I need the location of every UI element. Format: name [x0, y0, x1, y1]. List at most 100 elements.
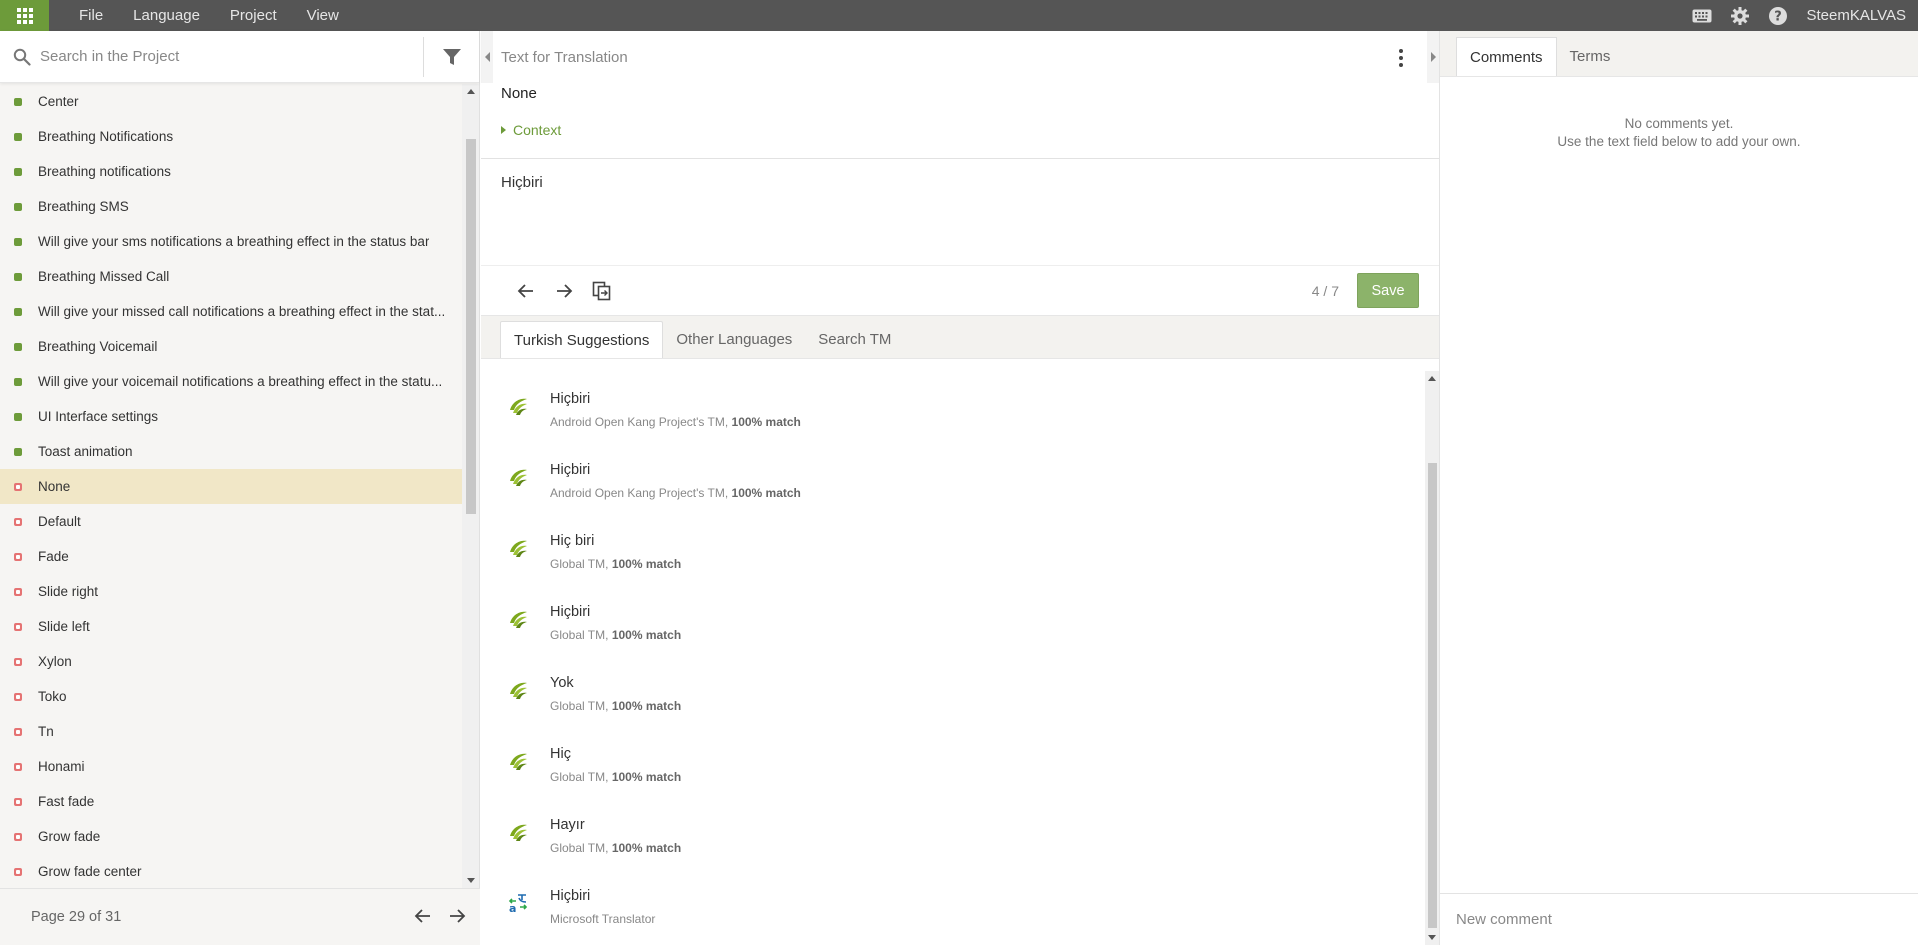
list-item[interactable]: Breathing Voicemail: [0, 329, 463, 364]
list-item[interactable]: Will give your sms notifications a breat…: [0, 224, 463, 259]
comments-panel: Comments Terms No comments yet. Use the …: [1439, 31, 1918, 945]
scroll-down-icon[interactable]: [1428, 935, 1436, 940]
save-button[interactable]: Save: [1357, 273, 1419, 308]
menu-language[interactable]: Language: [118, 7, 215, 24]
list-item[interactable]: Breathing Missed Call: [0, 259, 463, 294]
filter-button[interactable]: [423, 36, 479, 77]
translated-status-icon: [14, 167, 22, 176]
copy-icon: [592, 281, 611, 300]
gear-icon[interactable]: [1721, 0, 1759, 31]
translator-icon: a: [508, 893, 528, 914]
tm-icon: [510, 824, 527, 841]
new-comment-input[interactable]: [1456, 911, 1896, 928]
suggestion-meta: Global TM, 100% match: [550, 557, 682, 571]
scroll-down-icon[interactable]: [467, 878, 475, 883]
tab-turkish-suggestions[interactable]: Turkish Suggestions: [500, 321, 664, 358]
untranslated-status-icon: [14, 727, 22, 736]
tm-icon: [510, 540, 527, 557]
list-item-selected[interactable]: None: [0, 469, 463, 504]
top-bar: File Language Project View ? SteemKALVAS: [0, 0, 1918, 31]
apps-grid-icon: [16, 7, 33, 24]
list-item[interactable]: Toast animation: [0, 434, 463, 469]
list-item[interactable]: Fade: [0, 539, 463, 574]
string-list-scrollbar[interactable]: [462, 84, 479, 888]
list-item[interactable]: Default: [0, 504, 463, 539]
project-search-input[interactable]: [40, 48, 420, 65]
copy-source-button[interactable]: [583, 272, 621, 310]
menu-view[interactable]: View: [292, 7, 354, 24]
scrollbar-thumb[interactable]: [1428, 463, 1437, 928]
arrow-right-icon: [557, 283, 573, 298]
scroll-up-icon[interactable]: [467, 89, 475, 94]
list-item[interactable]: Breathing SMS: [0, 189, 463, 224]
list-item[interactable]: Will give your voicemail notifications a…: [0, 364, 463, 399]
tab-search-tm[interactable]: Search TM: [805, 321, 904, 358]
tab-terms[interactable]: Terms: [1557, 37, 1624, 76]
next-page-icon[interactable]: [448, 908, 466, 927]
list-item[interactable]: Slide left: [0, 609, 463, 644]
suggestion-item[interactable]: Yok Global TM, 100% match: [481, 655, 1421, 726]
translated-status-icon: [14, 97, 22, 106]
suggestions-scrollbar[interactable]: [1425, 371, 1439, 945]
svg-text:?: ?: [1774, 9, 1782, 24]
user-name[interactable]: SteemKALVAS: [1807, 7, 1907, 24]
scroll-up-icon[interactable]: [1428, 376, 1436, 381]
chevron-left-icon: [484, 52, 490, 62]
translated-status-icon: [14, 342, 22, 351]
untranslated-status-icon: [14, 762, 22, 771]
suggestion-item[interactable]: a Hiçbiri Microsoft Translator: [481, 868, 1421, 939]
next-string-button[interactable]: [545, 272, 583, 310]
suggestion-item[interactable]: Hiç Global TM, 100% match: [481, 726, 1421, 797]
collapse-left-panel-button[interactable]: [481, 31, 493, 83]
scrollbar-thumb[interactable]: [466, 139, 476, 514]
more-options-icon[interactable]: [1399, 49, 1403, 67]
suggestions-list: Hiçbiri Android Open Kang Project's TM, …: [481, 371, 1421, 945]
list-item[interactable]: Center: [0, 84, 463, 119]
list-item[interactable]: Tn: [0, 714, 463, 749]
translated-status-icon: [14, 307, 22, 316]
editor-toolbar: 4 / 7 Save: [481, 265, 1439, 315]
previous-string-button[interactable]: [507, 272, 545, 310]
menu-file[interactable]: File: [64, 7, 118, 24]
list-item[interactable]: Grow fade: [0, 819, 463, 854]
keyboard-icon[interactable]: [1683, 0, 1721, 31]
list-item[interactable]: Breathing Notifications: [0, 119, 463, 154]
main-menu: File Language Project View: [64, 7, 354, 24]
tm-icon: [510, 682, 527, 699]
collapse-right-panel-button[interactable]: [1427, 31, 1439, 83]
suggestion-item[interactable]: Hiç biri Global TM, 100% match: [481, 513, 1421, 584]
caret-right-icon: [501, 126, 506, 134]
list-item[interactable]: Will give your missed call notifications…: [0, 294, 463, 329]
list-item[interactable]: Breathing notifications: [0, 154, 463, 189]
prev-page-icon[interactable]: [414, 908, 432, 927]
project-search-bar: [0, 31, 479, 83]
source-header: Text for Translation: [501, 49, 628, 66]
list-item[interactable]: Fast fade: [0, 784, 463, 819]
tab-other-languages[interactable]: Other Languages: [663, 321, 805, 358]
tm-icon: [510, 469, 527, 486]
suggestion-item[interactable]: Hayır Global TM, 100% match: [481, 797, 1421, 868]
list-item[interactable]: UI Interface settings: [0, 399, 463, 434]
help-icon[interactable]: ?: [1759, 0, 1797, 31]
untranslated-status-icon: [14, 657, 22, 666]
context-toggle[interactable]: Context: [501, 122, 561, 138]
chevron-right-icon: [1430, 52, 1436, 62]
untranslated-status-icon: [14, 867, 22, 876]
menu-project[interactable]: Project: [215, 7, 292, 24]
suggestion-item[interactable]: Hiçbiri Android Open Kang Project's TM, …: [481, 371, 1421, 442]
list-item[interactable]: Grow fade center: [0, 854, 463, 888]
tm-icon: [510, 753, 527, 770]
list-item[interactable]: Slide right: [0, 574, 463, 609]
list-item[interactable]: Honami: [0, 749, 463, 784]
suggestion-meta: Global TM, 100% match: [550, 628, 682, 642]
tab-comments[interactable]: Comments: [1456, 37, 1557, 76]
apps-menu-button[interactable]: [0, 0, 49, 31]
suggestion-item[interactable]: Hiçbiri Global TM, 100% match: [481, 584, 1421, 655]
list-item[interactable]: Xylon: [0, 644, 463, 679]
translation-input[interactable]: Hiçbiri: [501, 174, 543, 191]
list-item[interactable]: Toko: [0, 679, 463, 714]
page-indicator: Page 29 of 31: [31, 909, 122, 925]
search-icon: [4, 48, 40, 66]
suggestion-text: Hiçbiri: [550, 391, 591, 407]
suggestion-item[interactable]: Hiçbiri Android Open Kang Project's TM, …: [481, 442, 1421, 513]
